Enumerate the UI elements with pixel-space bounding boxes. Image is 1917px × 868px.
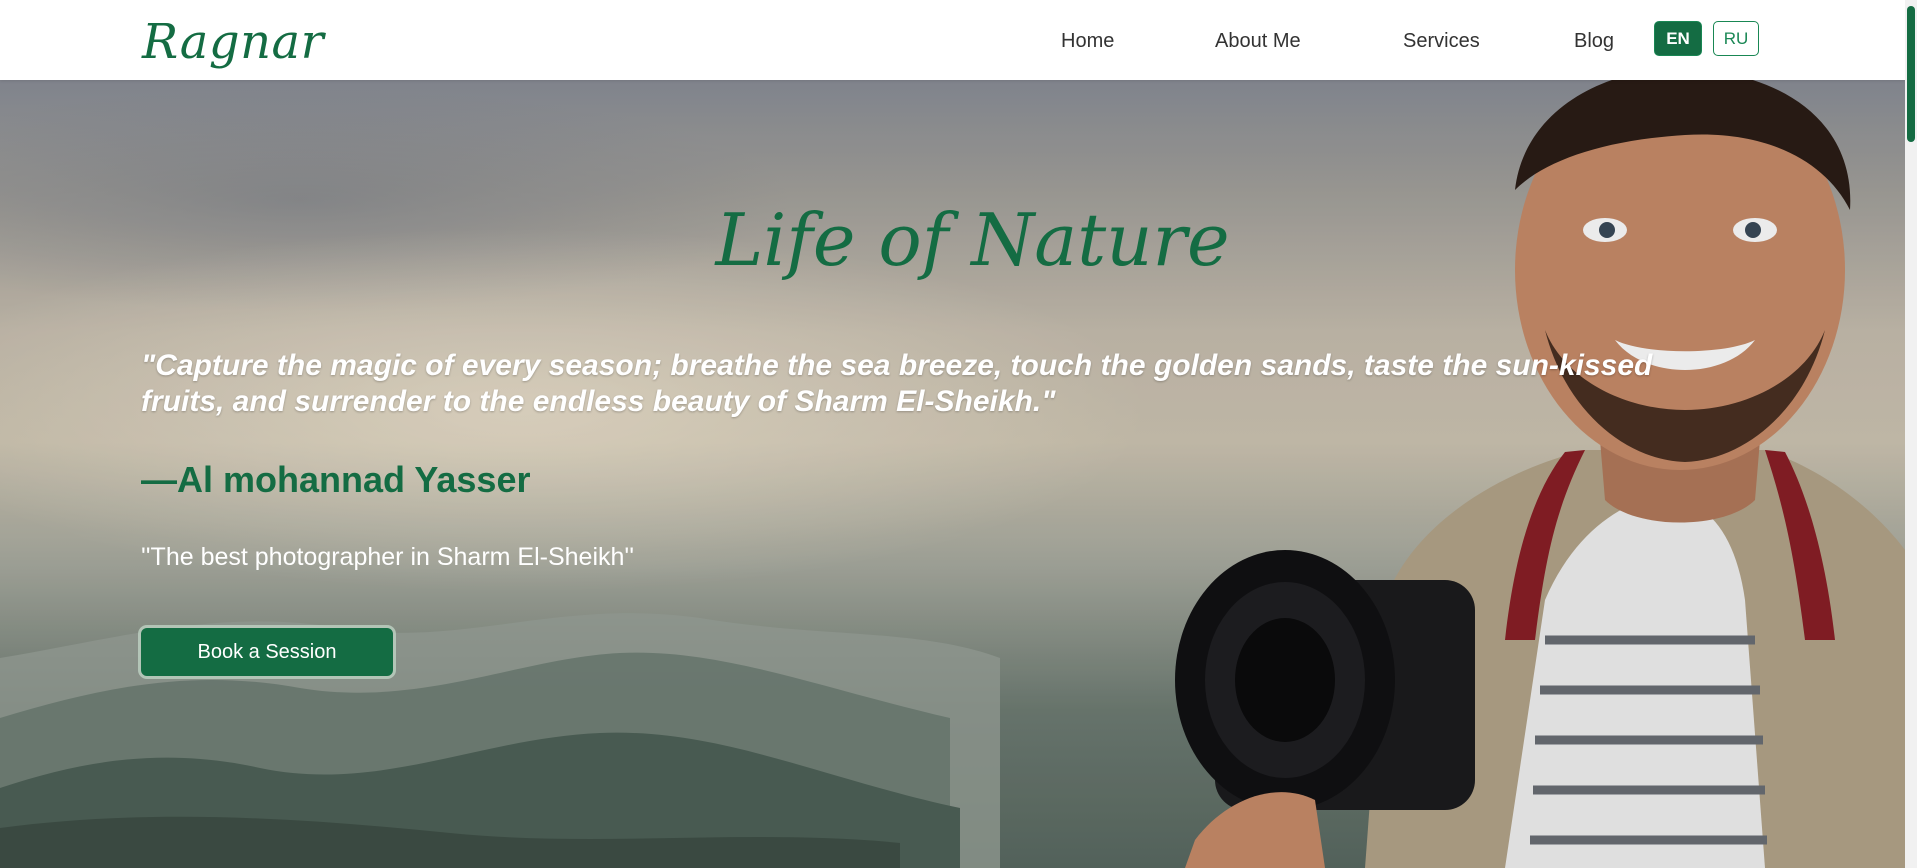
page-scrollbar[interactable] xyxy=(1905,0,1917,868)
nav-about-link[interactable]: About Me xyxy=(1215,28,1301,54)
language-en-button[interactable]: EN xyxy=(1654,21,1702,56)
language-ru-button[interactable]: RU xyxy=(1713,21,1759,56)
nav-services-link[interactable]: Services xyxy=(1403,28,1480,54)
hero-section: Life of Nature "Capture the magic of eve… xyxy=(0,80,1905,868)
hero-tagline: ''The best photographer in Sharm El-Shei… xyxy=(141,543,634,571)
hero-quote: "Capture the magic of every season; brea… xyxy=(141,349,1653,418)
brand-logo[interactable]: Ragnar xyxy=(142,8,324,76)
scrollbar-thumb[interactable] xyxy=(1907,6,1915,142)
hero-title: Life of Nature xyxy=(715,198,1230,282)
top-navbar: Ragnar Home About Me Services Blog EN RU xyxy=(0,0,1905,80)
nav-home-link[interactable]: Home xyxy=(1061,28,1114,54)
nav-blog-link[interactable]: Blog xyxy=(1574,28,1614,54)
quote-author: —Al mohannad Yasser xyxy=(141,459,531,500)
book-session-button[interactable]: Book a Session xyxy=(141,628,393,676)
